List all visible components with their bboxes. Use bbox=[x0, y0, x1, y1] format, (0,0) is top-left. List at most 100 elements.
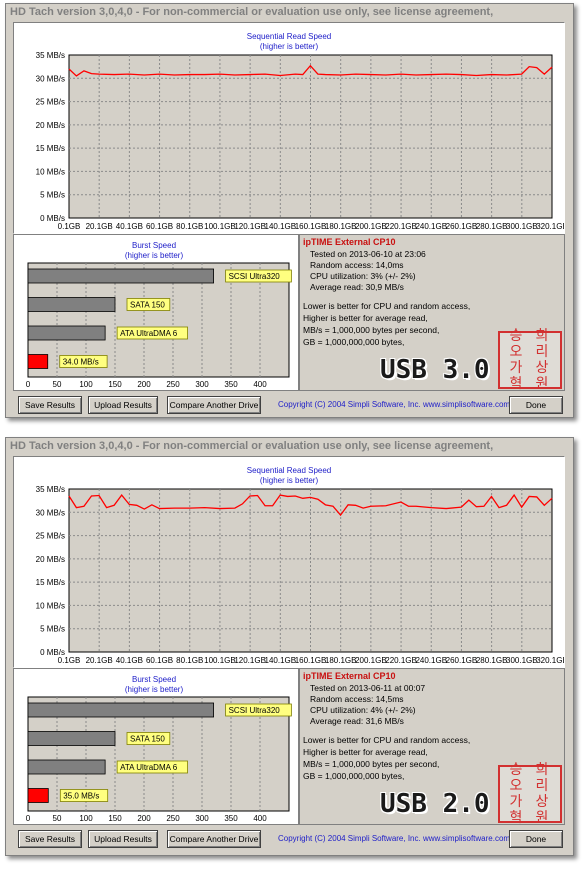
hdtach-window-usb2: HD Tach version 3,0,4,0 - For non-commer… bbox=[5, 437, 574, 856]
burst-x-tick-label: 100 bbox=[79, 380, 93, 389]
x-tick-label: 0.1GB bbox=[58, 222, 81, 231]
stamp-glyph: 리 bbox=[535, 344, 551, 360]
save-results-button[interactable]: Save Results bbox=[18, 830, 82, 848]
done-button[interactable]: Done bbox=[509, 830, 563, 848]
stamp-glyph: 원 bbox=[535, 376, 551, 392]
burst-x-tick-label: 400 bbox=[253, 380, 267, 389]
y-tick-label: 25 MB/s bbox=[36, 98, 65, 107]
burst-x-tick-label: 150 bbox=[108, 814, 122, 823]
y-tick-label: 35 MB/s bbox=[36, 51, 65, 60]
done-button[interactable]: Done bbox=[509, 396, 563, 414]
drive-info-panel: ipTIME External CP10 Tested on 2013-06-1… bbox=[299, 234, 565, 392]
x-tick-label: 180.1GB bbox=[325, 222, 357, 231]
reference-bar bbox=[27, 297, 116, 312]
sequential-read-chart: 35 MB/s 30 MB/s 25 MB/s 20 MB/s 15 MB/s 10 MB… bbox=[36, 51, 564, 231]
save-results-button[interactable]: Save Results bbox=[18, 396, 82, 414]
drive-name: ipTIME External CP10 bbox=[303, 237, 396, 247]
burst-x-tick-label: 400 bbox=[253, 814, 267, 823]
burst-speed-chart: 0 50 100 150 200 250 300 350 400 SCSI Ultra320 SAT… bbox=[26, 262, 292, 389]
burst-x-tick-label: 250 bbox=[166, 380, 180, 389]
stamp-glyph: 승 bbox=[509, 328, 525, 344]
burst-x-tick-label: 250 bbox=[166, 814, 180, 823]
x-tick-label: 160.1GB bbox=[295, 222, 327, 231]
red-seal-stamp: 승희오리가상혁원 bbox=[498, 328, 562, 392]
x-tick-label: 40.1GB bbox=[116, 656, 143, 665]
copyright-link[interactable]: Copyright (C) 2004 Simpli Software, Inc.… bbox=[278, 400, 510, 409]
x-tick-label: 20.1GB bbox=[86, 656, 113, 665]
cpu-utilization: CPU utilization: 3% (+/- 2%) bbox=[310, 271, 416, 281]
compare-another-drive-button[interactable]: Compare Another Drive bbox=[167, 396, 261, 414]
drive-info-panel: ipTIME External CP10 Tested on 2013-06-1… bbox=[299, 668, 565, 826]
note-line-3: MB/s = 1,000,000 bytes per second, bbox=[303, 325, 440, 335]
x-tick-label: 280.1GB bbox=[476, 656, 508, 665]
measured-burst-bar bbox=[27, 788, 49, 803]
copyright-link[interactable]: Copyright (C) 2004 Simpli Software, Inc.… bbox=[278, 834, 510, 843]
x-tick-label: 80.1GB bbox=[176, 222, 203, 231]
x-tick-label: 120.1GB bbox=[234, 656, 266, 665]
window-titlebar: HD Tach version 3,0,4,0 - For non-commer… bbox=[6, 438, 573, 455]
stamp-glyph: 혁 bbox=[509, 810, 525, 826]
y-tick-label: 5 MB/s bbox=[40, 625, 65, 634]
note-line-1: Lower is better for CPU and random acces… bbox=[303, 735, 471, 745]
upload-results-button[interactable]: Upload Results bbox=[88, 830, 158, 848]
burst-x-tick-label: 50 bbox=[53, 380, 62, 389]
bar-label: SCSI Ultra320 bbox=[229, 706, 281, 715]
y-tick-label: 20 MB/s bbox=[36, 555, 65, 564]
bar-label: ATA UltraDMA 6 bbox=[120, 329, 178, 338]
note-line-2: Higher is better for average read, bbox=[303, 313, 428, 323]
y-tick-label: 35 MB/s bbox=[36, 485, 65, 494]
sequential-read-panel: Sequential Read Speed (higher is better)… bbox=[13, 456, 565, 668]
stamp-glyph: 상 bbox=[535, 794, 551, 810]
average-read: Average read: 30,9 MB/s bbox=[310, 282, 404, 292]
x-tick-label: 100.1GB bbox=[204, 656, 236, 665]
x-tick-label: 280.1GB bbox=[476, 222, 508, 231]
burst-speed-chart: 0 50 100 150 200 250 300 350 400 SCSI Ultra320 SAT… bbox=[26, 696, 292, 823]
burst-x-tick-label: 100 bbox=[79, 814, 93, 823]
x-tick-label: 60.1GB bbox=[146, 222, 173, 231]
burst-x-tick-label: 150 bbox=[108, 380, 122, 389]
x-tick-label: 180.1GB bbox=[325, 656, 357, 665]
burst-x-tick-label: 200 bbox=[137, 814, 151, 823]
bar-label: ATA UltraDMA 6 bbox=[120, 763, 178, 772]
x-tick-label: 300.1GB bbox=[506, 656, 538, 665]
red-seal-stamp: 승희오리가상혁원 bbox=[498, 762, 562, 826]
reference-bar bbox=[27, 759, 106, 775]
hdtach-window-usb3: HD Tach version 3,0,4,0 - For non-commer… bbox=[5, 3, 574, 418]
stamp-glyph: 혁 bbox=[509, 376, 525, 392]
sequential-read-chart: 35 MB/s 30 MB/s 25 MB/s 20 MB/s 15 MB/s 10 MB… bbox=[36, 485, 564, 665]
x-tick-label: 120.1GB bbox=[234, 222, 266, 231]
reference-bar bbox=[27, 268, 215, 284]
drive-name: ipTIME External CP10 bbox=[303, 671, 396, 681]
compare-another-drive-button[interactable]: Compare Another Drive bbox=[167, 830, 261, 848]
burst-x-tick-label: 50 bbox=[53, 814, 62, 823]
x-tick-label: 260.1GB bbox=[446, 656, 478, 665]
burst-x-tick-label: 0 bbox=[26, 814, 31, 823]
y-tick-label: 30 MB/s bbox=[36, 508, 65, 517]
note-line-3: MB/s = 1,000,000 bytes per second, bbox=[303, 759, 440, 769]
bar-label: SATA 150 bbox=[130, 735, 165, 744]
bar-label: 35.0 MB/s bbox=[63, 792, 99, 801]
burst-x-tick-label: 200 bbox=[137, 380, 151, 389]
x-tick-label: 200.1GB bbox=[355, 656, 387, 665]
usb-version-label: USB 2.0 bbox=[380, 789, 490, 819]
usb-version-label: USB 3.0 bbox=[380, 355, 490, 385]
burst-x-tick-label: 350 bbox=[224, 380, 238, 389]
x-tick-label: 0.1GB bbox=[58, 656, 81, 665]
random-access: Random access: 14,0ms bbox=[310, 260, 404, 270]
note-line-2: Higher is better for average read, bbox=[303, 747, 428, 757]
stamp-glyph: 오 bbox=[509, 778, 525, 794]
tested-on: Tested on 2013-06-10 at 23:06 bbox=[310, 249, 426, 259]
x-tick-label: 60.1GB bbox=[146, 656, 173, 665]
y-tick-label: 15 MB/s bbox=[36, 578, 65, 587]
stamp-glyph: 희 bbox=[535, 762, 551, 778]
tested-on: Tested on 2013-06-11 at 00:07 bbox=[310, 683, 426, 693]
upload-results-button[interactable]: Upload Results bbox=[88, 396, 158, 414]
window-titlebar: HD Tach version 3,0,4,0 - For non-commer… bbox=[6, 4, 573, 21]
x-tick-label: 140.1GB bbox=[265, 656, 297, 665]
reference-bar bbox=[27, 702, 215, 718]
y-tick-label: 5 MB/s bbox=[40, 191, 65, 200]
note-line-1: Lower is better for CPU and random acces… bbox=[303, 301, 471, 311]
note-line-4: GB = 1,000,000,000 bytes, bbox=[303, 337, 405, 347]
x-tick-label: 320.1GB bbox=[536, 222, 564, 231]
y-tick-label: 20 MB/s bbox=[36, 121, 65, 130]
